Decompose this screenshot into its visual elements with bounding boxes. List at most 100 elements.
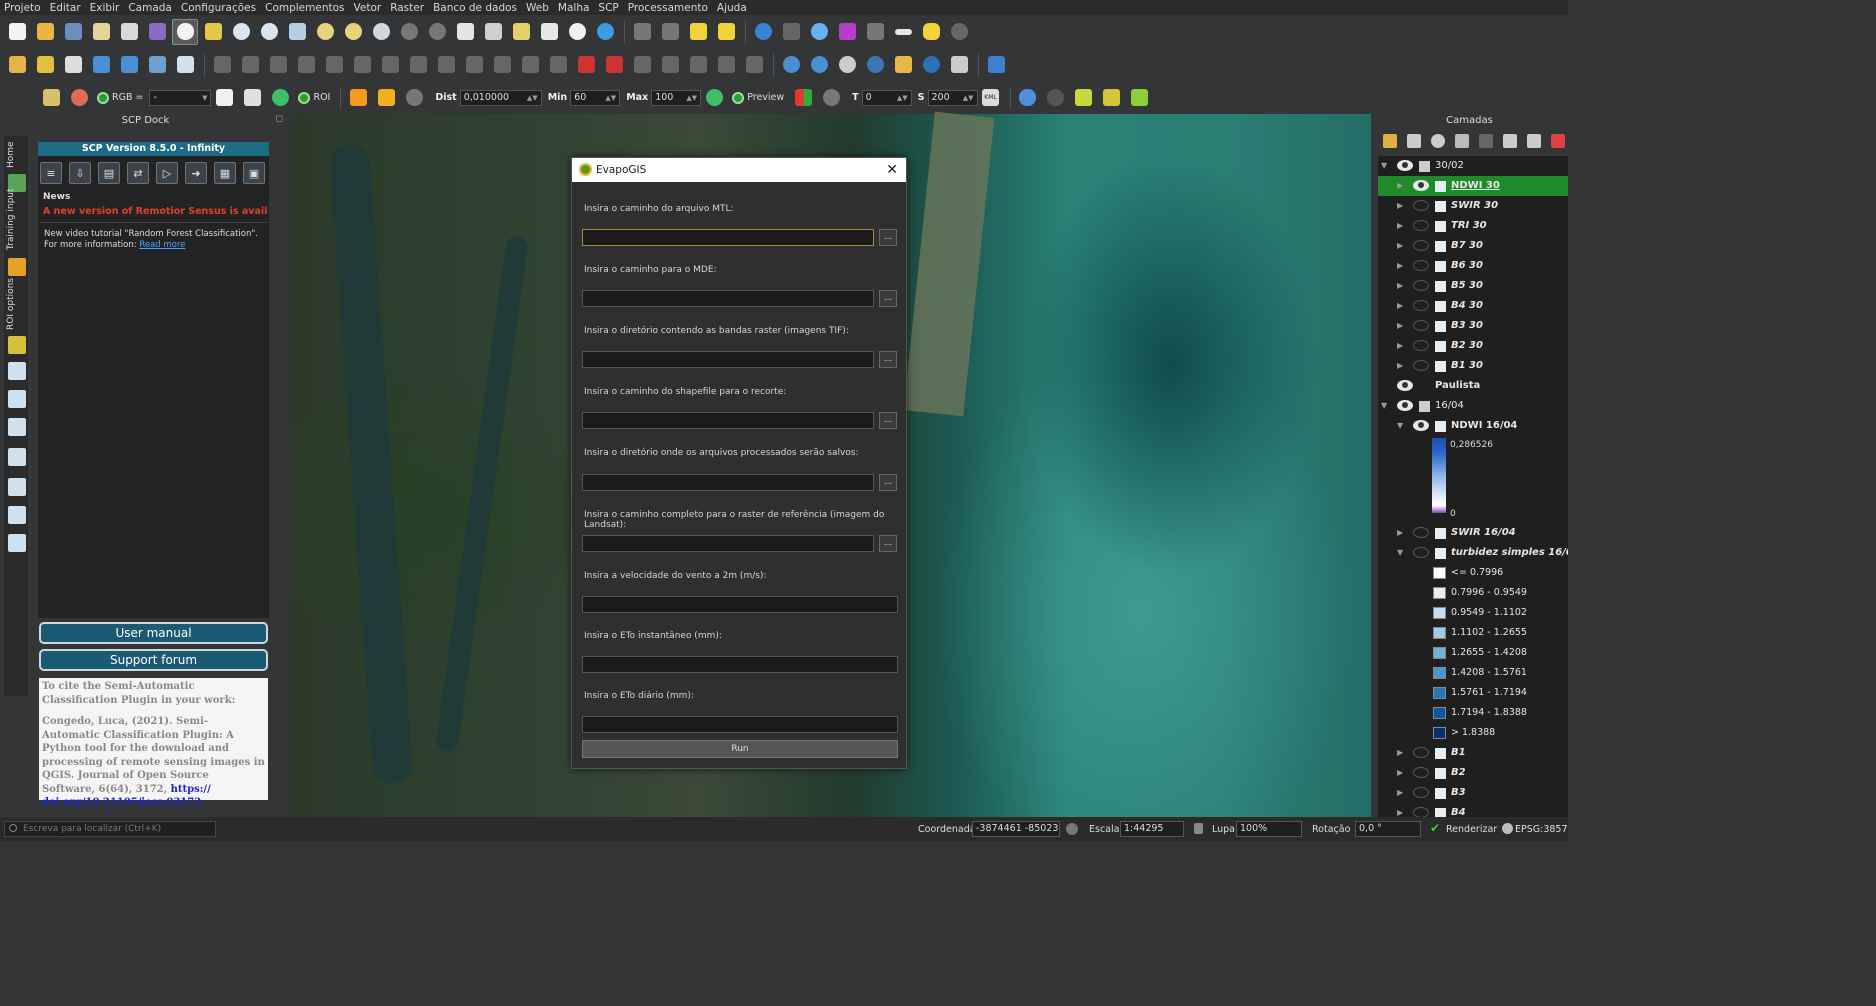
chevron-right-icon[interactable]: ▶ (1397, 748, 1403, 757)
settings-search-icon[interactable] (946, 19, 972, 45)
t-input[interactable]: 0 ▲▼ (861, 89, 912, 106)
coordinate-field[interactable]: -3874461 -850236 (972, 821, 1060, 837)
max-input[interactable]: 100 ▲▼ (651, 89, 702, 106)
layer-row[interactable]: ▶ B6 30 (1378, 256, 1568, 276)
reference-raster-input[interactable] (582, 535, 874, 552)
layer-row[interactable]: ▶ B3 (1378, 783, 1568, 803)
menu-processamento[interactable]: Processamento (628, 2, 708, 14)
chevron-down-icon[interactable]: ▼ (1381, 161, 1387, 170)
add-wfs-icon[interactable] (806, 52, 832, 78)
eto-instant-input[interactable] (582, 656, 898, 673)
eye-off-icon[interactable] (1413, 280, 1429, 291)
zoom-next-icon[interactable] (424, 19, 450, 45)
collapse-all-icon[interactable] (1527, 134, 1541, 148)
render-checkbox[interactable]: ✔ (1430, 822, 1442, 834)
eye-off-icon[interactable] (1413, 340, 1429, 351)
training-icon[interactable] (8, 258, 26, 276)
spin-arrows-icon[interactable]: ▲▼ (897, 94, 908, 102)
scp-redo-preview-icon[interactable] (818, 85, 844, 111)
help-icon[interactable] (983, 52, 1009, 78)
min-input[interactable]: 60 ▲▼ (570, 89, 621, 106)
dist-input[interactable]: 0,010000 ▲▼ (459, 89, 542, 106)
identify-features-icon[interactable] (629, 19, 655, 45)
chevron-down-icon[interactable]: ▼ (1381, 401, 1387, 410)
temporal-controller-icon[interactable] (564, 19, 590, 45)
identify-icon[interactable] (750, 19, 776, 45)
deselect-features-icon[interactable] (713, 19, 739, 45)
move-feature-icon[interactable] (321, 52, 347, 78)
pan-to-selection-icon[interactable] (200, 19, 226, 45)
menu-camada[interactable]: Camada (128, 2, 172, 14)
layer-row[interactable]: ▶ SWIR 30 (1378, 196, 1568, 216)
label-move-icon[interactable] (629, 52, 655, 78)
eye-off-icon[interactable] (1413, 747, 1429, 758)
new-map-view-icon[interactable] (452, 19, 478, 45)
label-rotate-icon[interactable] (657, 52, 683, 78)
scp-roi-add-icon[interactable] (267, 85, 293, 111)
menu-malha[interactable]: Malha (558, 2, 590, 14)
eye-off-icon[interactable] (1413, 527, 1429, 538)
eye-off-icon[interactable] (1413, 200, 1429, 211)
layout-manager-icon[interactable] (116, 19, 142, 45)
preprocessing-icon[interactable] (8, 418, 26, 436)
style-manager-icon[interactable] (144, 19, 170, 45)
open-attribute-table-icon[interactable] (657, 19, 683, 45)
chevron-right-icon[interactable]: ▶ (1397, 528, 1403, 537)
add-feature-icon[interactable] (265, 52, 291, 78)
band-processing-icon[interactable]: ⇄ (127, 162, 149, 184)
layer-row[interactable]: ▶ B2 (1378, 763, 1568, 783)
tab-home[interactable]: Home (6, 141, 16, 168)
band-set-icon[interactable]: ≡ (40, 162, 62, 184)
spin-arrows-icon[interactable]: ▲▼ (605, 94, 616, 102)
band-calc-icon[interactable]: ➜ (185, 162, 207, 184)
chevron-right-icon[interactable]: ▶ (1397, 281, 1403, 290)
paste-icon[interactable] (433, 52, 459, 78)
scp-redo-icon[interactable] (401, 85, 427, 111)
save-project-icon[interactable] (60, 19, 86, 45)
chevron-down-icon[interactable]: ▼ (1397, 548, 1403, 557)
chevron-right-icon[interactable]: ▶ (1397, 768, 1403, 777)
scale-select[interactable]: 1:44295 (1120, 821, 1184, 837)
eye-icon[interactable] (1413, 420, 1429, 431)
scp-zoom-icon[interactable] (66, 85, 92, 111)
band-calc-icon[interactable] (8, 506, 26, 524)
layer-row[interactable]: ▶ B4 30 (1378, 296, 1568, 316)
vertex-tool-icon[interactable] (293, 52, 319, 78)
support-forum-button[interactable]: Support forum (39, 649, 268, 671)
mde-browse-button[interactable]: ... (879, 290, 897, 307)
postprocessing-icon[interactable]: ▷ (156, 162, 178, 184)
kml-export-icon[interactable]: KML (978, 85, 1004, 111)
remove-layer-icon[interactable] (1551, 134, 1565, 148)
eye-off-icon[interactable] (1413, 300, 1429, 311)
eye-off-icon[interactable] (1413, 767, 1429, 778)
crs-button[interactable]: EPSG:3857 (1515, 824, 1568, 835)
zoom-full-icon[interactable] (284, 19, 310, 45)
add-wcs-icon[interactable] (834, 52, 860, 78)
scp-zoom-preview-icon[interactable] (701, 85, 727, 111)
roi-toggle-icon[interactable] (298, 91, 311, 104)
eye-off-icon[interactable] (1413, 240, 1429, 251)
filter-legend-icon[interactable] (1479, 134, 1493, 148)
rgb-toggle-icon[interactable] (97, 91, 109, 104)
download-icon[interactable]: ⇩ (69, 162, 91, 184)
layer-row[interactable]: ▶ NDWI 30 (1378, 176, 1568, 196)
group-row[interactable]: ▼ 16/04 (1378, 396, 1568, 416)
dock-float-icon[interactable]: ◻ (276, 114, 283, 124)
map-tips-icon[interactable] (918, 19, 944, 45)
menu-complementos[interactable]: Complementos (265, 2, 344, 14)
python-console-icon[interactable] (862, 52, 888, 78)
menu-editar[interactable]: Editar (50, 2, 81, 14)
eto-daily-input[interactable] (582, 716, 898, 733)
zoom-out-icon[interactable] (256, 19, 282, 45)
bands-dir-input[interactable] (582, 351, 874, 368)
magnifier-input[interactable]: 100% (1236, 821, 1302, 837)
data-source-manager-icon[interactable] (4, 52, 30, 78)
label-icon[interactable] (517, 52, 543, 78)
chevron-right-icon[interactable]: ▶ (1397, 261, 1403, 270)
user-manual-button[interactable]: User manual (39, 622, 268, 644)
globe-icon[interactable] (1502, 823, 1513, 834)
spin-arrows-icon[interactable]: ▲▼ (686, 94, 697, 102)
show-bookmarks-icon[interactable] (536, 19, 562, 45)
zoom-layer-icon[interactable] (340, 19, 366, 45)
globe-icon[interactable] (918, 52, 944, 78)
